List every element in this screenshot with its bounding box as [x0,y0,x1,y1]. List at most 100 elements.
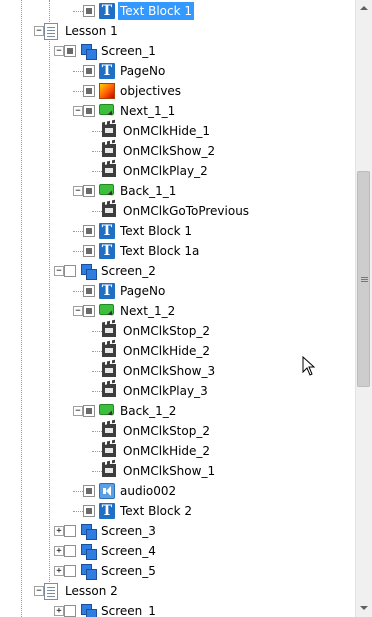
tree-row[interactable]: OnMClkPlay_2 [0,161,355,181]
tree-row[interactable]: OnMClkStop_2 [0,421,355,441]
scroll-down-arrow-icon[interactable] [356,600,372,617]
row-checkbox[interactable] [83,85,95,97]
tree-row[interactable]: − Back_1_2 [0,401,355,421]
tree-row[interactable]: OnMClkStop_2 [0,321,355,341]
collapse-icon[interactable]: − [54,266,64,276]
tree-row[interactable]: + Screen_4 [0,541,355,561]
button-icon [99,104,114,115]
tree-connector-line [92,131,102,132]
row-checkbox[interactable] [83,285,95,297]
tree-item-label: objectives [120,84,182,98]
row-checkbox[interactable] [64,525,76,537]
button-icon [99,404,114,415]
tree-item-label: Next_1_2 [120,304,176,318]
row-checkbox[interactable] [64,565,76,577]
screen-icon [80,263,97,280]
clapperboard-icon [102,424,116,437]
tree-connector-line [73,291,83,292]
tree-row[interactable]: − Back_1_1 [0,181,355,201]
vertical-scrollbar[interactable] [355,0,372,617]
collapse-icon[interactable]: − [73,306,83,316]
expand-icon[interactable]: + [54,546,64,556]
tree-row[interactable]: T Text Block 1 [0,1,355,21]
row-checkbox[interactable] [83,65,95,77]
tree-row[interactable]: T PageNo [0,61,355,81]
collapse-icon[interactable]: − [73,106,83,116]
tree-row[interactable]: audio002 [0,481,355,501]
tree-row[interactable]: OnMClkShow_1 [0,461,355,481]
tree-connector-line [73,491,83,492]
row-checkbox[interactable] [83,105,95,117]
row-checkbox[interactable] [83,225,95,237]
row-checkbox[interactable] [83,305,95,317]
tree-item-label: OnMClkShow_3 [123,364,216,378]
tree-item-label: OnMClkPlay_2 [123,164,208,178]
clapperboard-icon [102,364,116,377]
row-checkbox[interactable] [64,265,76,277]
screen-icon [80,543,97,560]
row-checkbox[interactable] [83,245,95,257]
tree-row[interactable]: OnMClkHide_1 [0,121,355,141]
clapperboard-icon [102,324,116,337]
collapse-icon[interactable]: − [54,46,64,56]
tree-row[interactable]: − Screen_2 [0,261,355,281]
tree-item-label: Lesson 2 [65,584,118,598]
tree-connector-line [92,451,102,452]
tree-row[interactable]: T Text Block 1a [0,241,355,261]
tree-connector-line [92,471,102,472]
tree-connector-line [92,151,102,152]
tree-connector-line [92,371,102,372]
tree-row[interactable]: OnMClkShow_2 [0,141,355,161]
tree-item-label: Screen_1 [101,44,156,58]
collapse-icon[interactable]: − [73,186,83,196]
tree-row[interactable]: + Screen_5 [0,561,355,581]
tree-row[interactable]: + Screen_3 [0,521,355,541]
expand-icon[interactable]: + [54,566,64,576]
tree-connector-line [92,431,102,432]
tree-row[interactable]: − Next_1_1 [0,101,355,121]
tree-item-label: Back_1_2 [120,404,177,418]
tree-item-label: OnMClkStop_2 [123,424,210,438]
expand-icon[interactable]: + [54,526,64,536]
tree-row[interactable]: T Text Block 1 [0,221,355,241]
tree-row[interactable]: − Screen_1 [0,41,355,61]
clapperboard-icon [102,344,116,357]
tree-row[interactable]: OnMClkGoToPrevious [0,201,355,221]
tree-connector-line [73,511,83,512]
tree-item-label: Text Block 1 [120,224,192,238]
tree-row[interactable]: − Next_1_2 [0,301,355,321]
tree-row[interactable]: + Screen_1 [0,601,355,617]
row-checkbox[interactable] [83,405,95,417]
tree-row[interactable]: − Lesson 1 [0,21,355,41]
tree-row[interactable]: − Lesson 2 [0,581,355,601]
project-tree[interactable]: T Text Block 1− Lesson 1− Screen_1 T PageNo ob… [0,0,355,617]
tree-row[interactable]: objectives [0,81,355,101]
scroll-up-arrow-icon[interactable] [356,0,372,17]
tree-item-label: PageNo [120,284,166,298]
tree-item-label: audio002 [120,484,177,498]
tree-row[interactable]: OnMClkPlay_3 [0,381,355,401]
collapse-icon[interactable]: − [34,26,44,36]
text-block-icon: T [99,63,115,79]
row-checkbox[interactable] [83,485,95,497]
row-checkbox[interactable] [83,185,95,197]
tree-item-label: Back_1_1 [120,184,177,198]
tree-row[interactable]: OnMClkHide_2 [0,441,355,461]
row-checkbox[interactable] [64,45,76,57]
expand-icon[interactable]: + [54,606,64,616]
collapse-icon[interactable]: − [73,406,83,416]
tree-connector-line [73,231,83,232]
row-checkbox[interactable] [64,545,76,557]
tree-connector-line [92,171,102,172]
text-block-icon: T [99,243,115,259]
screen-icon [80,563,97,580]
scrollbar-thumb[interactable] [357,171,370,387]
tree-row[interactable]: T Text Block 2 [0,501,355,521]
tree-item-label: OnMClkShow_2 [123,144,216,158]
row-checkbox[interactable] [64,605,76,617]
row-checkbox[interactable] [83,5,95,17]
tree-item-label: OnMClkHide_2 [123,344,211,358]
row-checkbox[interactable] [83,505,95,517]
tree-row[interactable]: T PageNo [0,281,355,301]
collapse-icon[interactable]: − [34,586,44,596]
